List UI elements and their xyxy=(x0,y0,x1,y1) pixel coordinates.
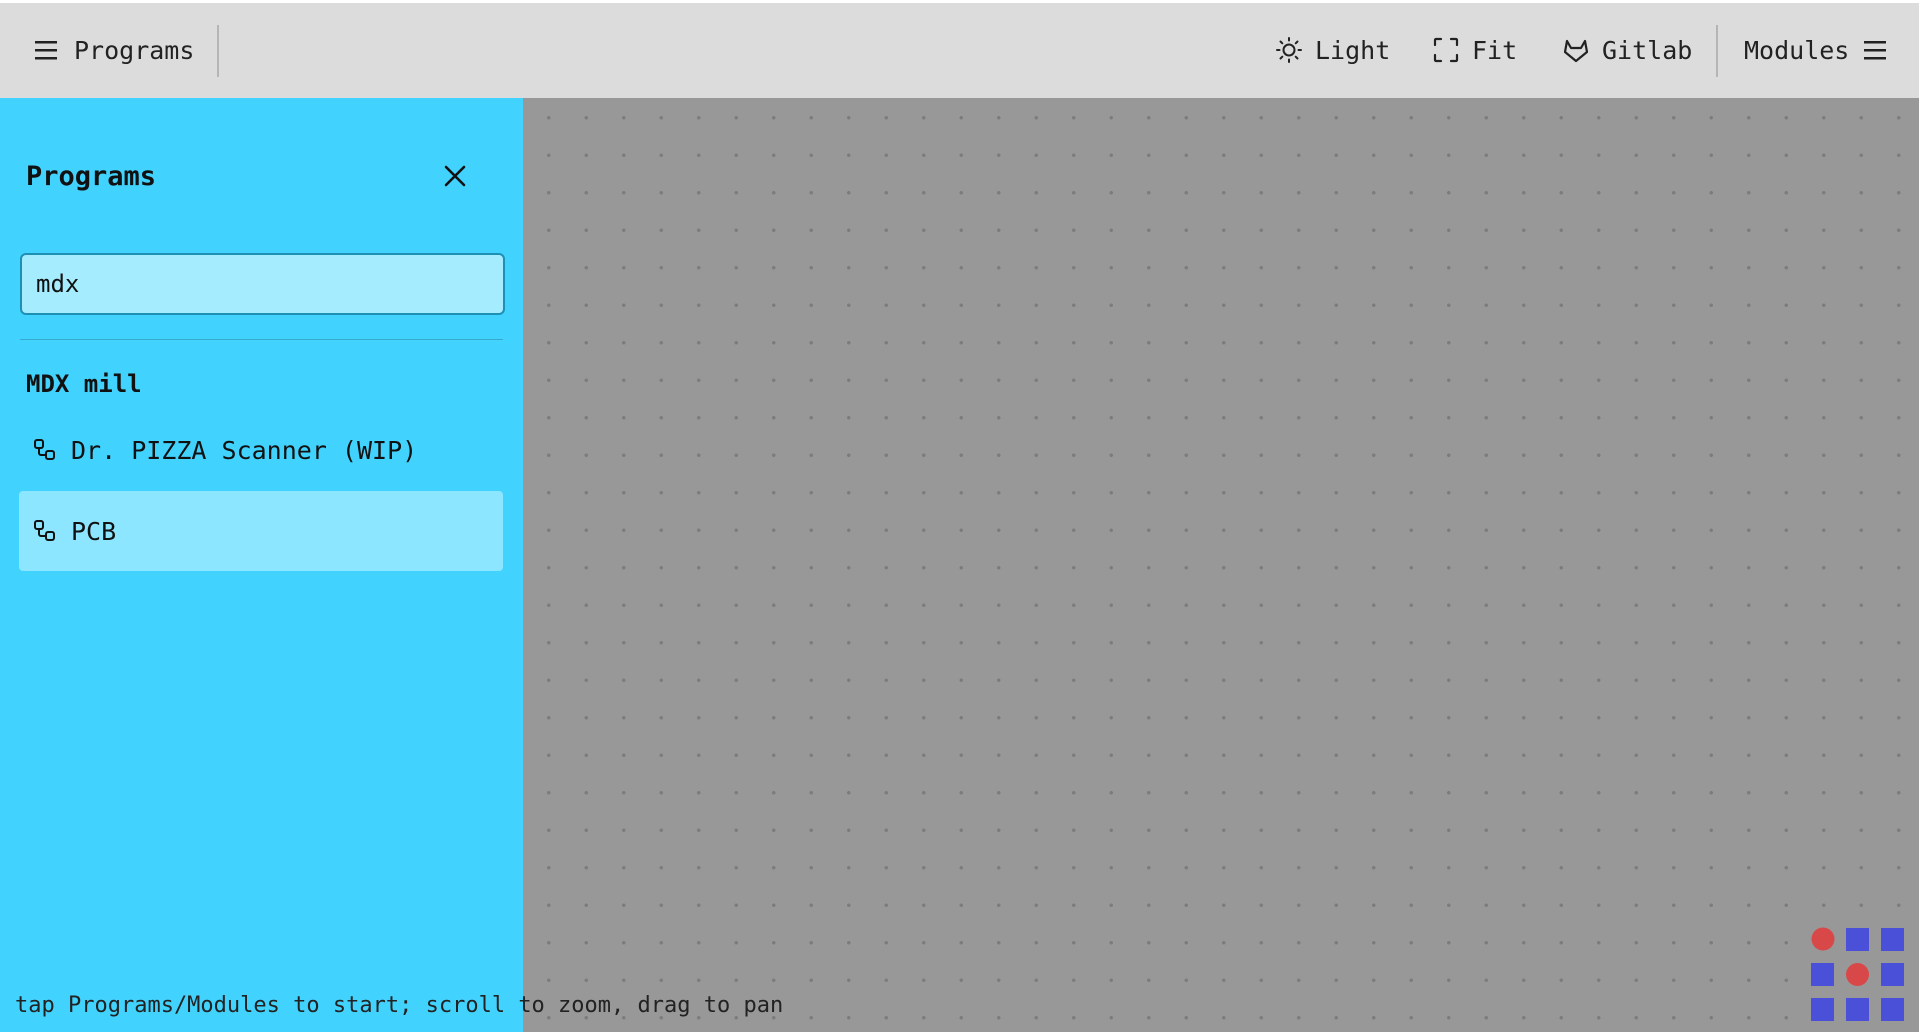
programs-menu-button[interactable]: Programs xyxy=(34,25,194,75)
light-theme-button[interactable]: Light xyxy=(1275,25,1390,75)
fit-view-button[interactable]: Fit xyxy=(1432,25,1517,75)
sidebar-divider xyxy=(20,339,503,340)
gitlab-link[interactable]: Gitlab xyxy=(1562,25,1692,75)
programs-sidebar: Programs MDX mill Dr. PIZZA Scanner (WIP… xyxy=(0,98,523,1032)
hamburger-menu-icon xyxy=(34,39,60,61)
fab-logo-icon xyxy=(1811,927,1904,1021)
program-item-pcb[interactable]: PCB xyxy=(19,491,503,571)
program-item-label: PCB xyxy=(71,516,117,546)
program-icon xyxy=(33,519,57,543)
modules-menu-button[interactable]: Modules xyxy=(1744,25,1889,75)
fit-frame-icon xyxy=(1432,36,1460,64)
gitlab-label: Gitlab xyxy=(1602,35,1693,65)
topbar: Programs Light Fit Gitlab Modules xyxy=(0,3,1919,98)
topbar-separator-left xyxy=(217,25,219,77)
modules-menu-label: Modules xyxy=(1744,35,1850,65)
topbar-separator-right xyxy=(1716,25,1718,77)
status-hint: tap Programs/Modules to start; scroll to… xyxy=(15,993,784,1018)
hamburger-menu-icon xyxy=(1863,39,1889,61)
gitlab-icon xyxy=(1562,36,1590,64)
program-search-input[interactable] xyxy=(20,253,505,315)
close-icon xyxy=(444,165,466,187)
light-theme-label: Light xyxy=(1315,35,1391,65)
programs-menu-label: Programs xyxy=(74,35,195,65)
program-item-label: Dr. PIZZA Scanner (WIP) xyxy=(71,435,418,465)
app-window: Programs Light Fit Gitlab Modules Progra… xyxy=(0,0,1919,1032)
close-sidebar-button[interactable] xyxy=(435,156,475,196)
sun-icon xyxy=(1275,36,1303,64)
sidebar-title: Programs xyxy=(26,161,157,192)
fit-view-label: Fit xyxy=(1472,35,1518,65)
program-group-title: MDX mill xyxy=(26,370,142,398)
program-item-dr-pizza-scanner[interactable]: Dr. PIZZA Scanner (WIP) xyxy=(19,410,503,490)
program-icon xyxy=(33,438,57,462)
program-canvas[interactable] xyxy=(523,98,1919,1032)
